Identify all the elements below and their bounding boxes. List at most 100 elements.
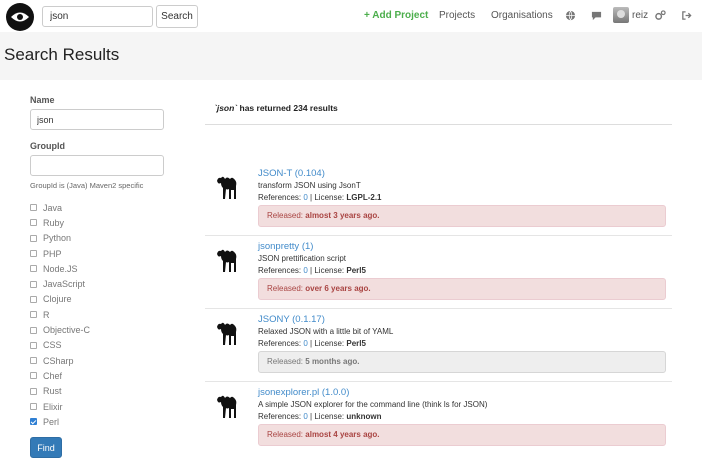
references-count-link[interactable]: 0 [303, 266, 307, 275]
release-status-badge: Released: over 6 years ago. [258, 278, 666, 300]
username-link[interactable]: reiz [632, 10, 648, 21]
camel-icon [217, 395, 237, 418]
sign-out-icon[interactable] [681, 10, 692, 21]
checkbox[interactable] [30, 326, 37, 334]
language-option[interactable]: CSS [30, 338, 90, 353]
checkbox[interactable] [30, 265, 37, 273]
divider [205, 308, 672, 309]
search-button[interactable]: Search [156, 5, 198, 28]
result-name-link[interactable]: jsonpretty (1) [258, 241, 313, 252]
language-option[interactable]: JavaScript [30, 276, 90, 291]
references-count-link[interactable]: 0 [303, 339, 307, 348]
result-meta: References: 0 | License: Perl5 [258, 339, 366, 348]
results-count-text: has returned 234 results [239, 103, 338, 113]
references-count-link[interactable]: 0 [303, 412, 307, 421]
organisations-link[interactable]: Organisations [491, 10, 553, 21]
gear-icon[interactable] [655, 10, 666, 21]
language-option[interactable]: Java [30, 200, 90, 215]
checkbox[interactable] [30, 403, 37, 410]
license-value: Perl5 [346, 339, 366, 348]
language-option[interactable]: PHP [30, 246, 90, 261]
result-item: JSON-T (0.104) transform JSON using JsonT… [205, 168, 677, 238]
checkbox[interactable] [30, 219, 37, 227]
result-name-link[interactable]: JSON-T (0.104) [258, 168, 325, 179]
checkbox[interactable] [30, 387, 37, 395]
license-label: License: [314, 193, 345, 202]
result-meta: References: 0 | License: Perl5 [258, 266, 366, 275]
result-meta: References: 0 | License: unknown [258, 412, 382, 421]
language-option[interactable]: Node.JS [30, 261, 90, 276]
checkbox[interactable] [30, 311, 37, 319]
language-filter-list: Java Ruby Python PHP Node.JS JavaScript Clojur… [30, 200, 90, 429]
groupid-field[interactable] [30, 155, 164, 176]
result-name-link[interactable]: JSONY (0.1.17) [258, 314, 325, 325]
projects-link[interactable]: Projects [439, 10, 475, 21]
released-label: Released: [267, 357, 304, 366]
references-label: References: [258, 339, 302, 348]
language-option[interactable]: Objective-C [30, 322, 90, 337]
search-input[interactable] [42, 6, 153, 27]
language-option[interactable]: Rust [30, 384, 90, 399]
released-label: Released: [267, 430, 304, 439]
result-item: jsonpretty (1) JSON prettification script… [205, 241, 677, 311]
result-item: jsonexplorer.pl (1.0.0) A simple JSON exp… [205, 387, 677, 457]
released-value: almost 4 years ago. [305, 430, 380, 439]
page-title: Search Results [4, 45, 120, 64]
camel-icon [217, 322, 237, 345]
language-option[interactable]: Perl [30, 414, 90, 429]
result-description: JSON prettification script [258, 254, 347, 263]
name-field[interactable] [30, 109, 164, 130]
language-label: JavaScript [43, 279, 86, 290]
divider [205, 124, 672, 125]
references-count-link[interactable]: 0 [303, 193, 307, 202]
license-label: License: [314, 412, 345, 421]
license-value: unknown [346, 412, 382, 421]
checkbox[interactable] [30, 280, 37, 288]
result-description: transform JSON using JsonT [258, 181, 361, 190]
result-item: JSONY (0.1.17) Relaxed JSON with a little… [205, 314, 677, 384]
language-option[interactable]: Ruby [30, 215, 90, 230]
language-label: PHP [43, 248, 62, 259]
language-label: CSharp [43, 355, 74, 366]
result-meta: References: 0 | License: LGPL-2.1 [258, 193, 382, 202]
checkbox[interactable] [30, 372, 37, 380]
language-option[interactable]: Clojure [30, 292, 90, 307]
result-name-link[interactable]: jsonexplorer.pl (1.0.0) [258, 387, 349, 398]
language-label: CSS [43, 340, 62, 351]
checkbox[interactable] [30, 250, 37, 258]
camel-icon [217, 249, 237, 272]
add-project-link[interactable]: + Add Project [364, 10, 428, 21]
release-status-badge: Released: almost 4 years ago. [258, 424, 666, 446]
language-option[interactable]: Elixir [30, 399, 90, 414]
globe-icon[interactable] [565, 10, 576, 21]
language-label: R [43, 309, 50, 320]
references-label: References: [258, 266, 302, 275]
language-option[interactable]: R [30, 307, 90, 322]
groupid-help-text: GroupId is (Java) Maven2 specific [30, 181, 144, 190]
language-label: Clojure [43, 294, 72, 305]
name-label: Name [30, 95, 55, 105]
camel-icon [217, 176, 237, 199]
checkbox[interactable] [30, 295, 37, 303]
checkbox[interactable] [30, 234, 37, 242]
checkbox[interactable] [30, 341, 37, 349]
language-label: Ruby [43, 217, 65, 228]
language-label: Python [43, 233, 72, 244]
release-status-badge: Released: 5 months ago. [258, 351, 666, 373]
find-button[interactable]: Find [30, 437, 62, 458]
checkbox[interactable] [30, 357, 37, 365]
versioneye-logo[interactable] [6, 3, 34, 31]
language-logo [215, 318, 241, 353]
license-value: Perl5 [346, 266, 366, 275]
language-option[interactable]: Python [30, 231, 90, 246]
checkbox[interactable] [30, 204, 37, 212]
checkbox-checked[interactable] [30, 418, 37, 426]
language-option[interactable]: CSharp [30, 353, 90, 368]
results-summary: `json` has returned 234 results [214, 103, 338, 113]
result-description: A simple JSON explorer for the command l… [258, 400, 488, 409]
eye-icon [11, 12, 29, 22]
user-avatar[interactable] [613, 7, 629, 23]
released-label: Released: [267, 211, 304, 220]
language-option[interactable]: Chef [30, 368, 90, 383]
chat-icon[interactable] [591, 10, 602, 21]
